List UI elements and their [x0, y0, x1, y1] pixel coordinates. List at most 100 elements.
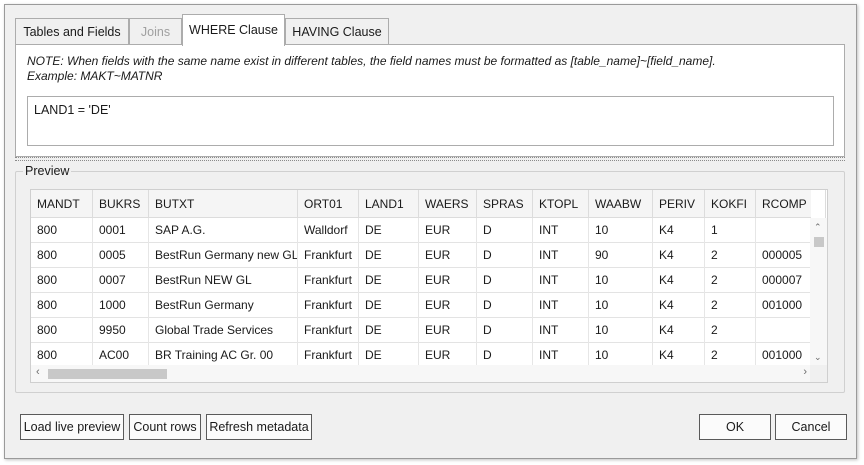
- column-header[interactable]: WAABW: [589, 190, 653, 218]
- table-cell[interactable]: 800: [31, 293, 93, 318]
- column-header[interactable]: LAND1: [359, 190, 419, 218]
- table-cell[interactable]: 800: [31, 318, 93, 343]
- table-cell[interactable]: DE: [359, 268, 419, 293]
- grid-header: MANDT BUKRS BUTXT ORT01 LAND1 WAERS SPRA…: [31, 190, 826, 218]
- table-row[interactable]: 800 0001 SAP A.G. Walldorf DE EUR D INT 10 K4 1: [31, 218, 826, 243]
- table-cell[interactable]: 90: [589, 243, 653, 268]
- table-cell[interactable]: DE: [359, 293, 419, 318]
- table-cell[interactable]: BestRun Germany: [149, 293, 298, 318]
- table-cell[interactable]: INT: [533, 243, 589, 268]
- count-rows-button[interactable]: Count rows: [129, 414, 201, 440]
- table-cell[interactable]: K4: [653, 268, 705, 293]
- table-cell[interactable]: EUR: [419, 218, 477, 243]
- column-header[interactable]: WAERS: [419, 190, 477, 218]
- table-cell[interactable]: D: [477, 293, 533, 318]
- column-header[interactable]: PERIV: [653, 190, 705, 218]
- table-cell[interactable]: 2: [705, 243, 756, 268]
- preview-grid[interactable]: MANDT BUKRS BUTXT ORT01 LAND1 WAERS SPRA…: [30, 189, 828, 383]
- table-cell[interactable]: 10: [589, 218, 653, 243]
- vertical-scrollbar[interactable]: ⌃ ⌄: [810, 218, 827, 366]
- table-row[interactable]: 800 1000 BestRun Germany Frankfurt DE EUR D INT…: [31, 293, 826, 318]
- query-dialog: Tables and Fields Joins WHERE Clause HAV…: [4, 4, 857, 459]
- table-cell[interactable]: 1000: [93, 293, 149, 318]
- table-cell[interactable]: 10: [589, 293, 653, 318]
- table-cell[interactable]: DE: [359, 318, 419, 343]
- scroll-thumb[interactable]: [814, 237, 824, 247]
- table-cell[interactable]: K4: [653, 318, 705, 343]
- table-cell[interactable]: BestRun Germany new GL: [149, 243, 298, 268]
- table-row[interactable]: 800 0007 BestRun NEW GL Frankfurt DE EUR D INT 1…: [31, 268, 826, 293]
- ok-button[interactable]: OK: [699, 414, 771, 440]
- table-cell[interactable]: 10: [589, 268, 653, 293]
- table-cell[interactable]: EUR: [419, 243, 477, 268]
- table-cell[interactable]: Frankfurt: [298, 318, 359, 343]
- table-cell[interactable]: 9950: [93, 318, 149, 343]
- tab-joins: Joins: [129, 18, 182, 45]
- table-cell[interactable]: 800: [31, 268, 93, 293]
- table-cell[interactable]: 2: [705, 293, 756, 318]
- scroll-thumb[interactable]: [48, 369, 167, 379]
- table-cell[interactable]: EUR: [419, 318, 477, 343]
- panel-splitter[interactable]: [15, 157, 845, 161]
- table-cell[interactable]: D: [477, 318, 533, 343]
- table-cell[interactable]: Frankfurt: [298, 243, 359, 268]
- chevron-left-icon[interactable]: ‹: [36, 366, 40, 378]
- column-header[interactable]: ORT01: [298, 190, 359, 218]
- table-cell[interactable]: 800: [31, 218, 93, 243]
- load-live-preview-button[interactable]: Load live preview: [20, 414, 124, 440]
- table-cell[interactable]: D: [477, 218, 533, 243]
- column-header[interactable]: SPRAS: [477, 190, 533, 218]
- cancel-button[interactable]: Cancel: [775, 414, 847, 440]
- chevron-down-icon[interactable]: ⌄: [814, 352, 822, 363]
- table-cell[interactable]: DE: [359, 218, 419, 243]
- table-cell[interactable]: 0007: [93, 268, 149, 293]
- table-cell[interactable]: 2: [705, 268, 756, 293]
- where-clause-panel: NOTE: When fields with the same name exi…: [15, 44, 845, 157]
- scroll-corner: [810, 365, 827, 382]
- note-example: Example: MAKT~MATNR: [27, 69, 163, 83]
- table-cell[interactable]: K4: [653, 243, 705, 268]
- table-cell[interactable]: K4: [653, 293, 705, 318]
- table-cell[interactable]: 800: [31, 243, 93, 268]
- table-cell[interactable]: INT: [533, 268, 589, 293]
- table-cell[interactable]: EUR: [419, 293, 477, 318]
- column-header[interactable]: RCOMP: [756, 190, 826, 218]
- chevron-right-icon[interactable]: ›: [803, 366, 807, 378]
- tab-tables-and-fields[interactable]: Tables and Fields: [15, 18, 129, 45]
- table-cell[interactable]: D: [477, 243, 533, 268]
- table-cell[interactable]: Walldorf: [298, 218, 359, 243]
- table-cell[interactable]: D: [477, 268, 533, 293]
- table-cell[interactable]: 0005: [93, 243, 149, 268]
- note-line: NOTE: When fields with the same name exi…: [27, 54, 716, 68]
- table-cell[interactable]: INT: [533, 218, 589, 243]
- tab-having-clause[interactable]: HAVING Clause: [285, 18, 389, 45]
- table-cell[interactable]: K4: [653, 218, 705, 243]
- tab-where-clause[interactable]: WHERE Clause: [182, 14, 285, 46]
- table-cell[interactable]: INT: [533, 293, 589, 318]
- table-row[interactable]: 800 9950 Global Trade Services Frankfurt DE E…: [31, 318, 826, 343]
- table-cell[interactable]: BestRun NEW GL: [149, 268, 298, 293]
- table-cell[interactable]: 10: [589, 318, 653, 343]
- table-cell[interactable]: Global Trade Services: [149, 318, 298, 343]
- column-header[interactable]: BUTXT: [149, 190, 298, 218]
- column-header[interactable]: MANDT: [31, 190, 93, 218]
- table-cell[interactable]: EUR: [419, 268, 477, 293]
- column-header[interactable]: KTOPL: [533, 190, 589, 218]
- table-cell[interactable]: Frankfurt: [298, 293, 359, 318]
- table-cell[interactable]: DE: [359, 243, 419, 268]
- table-row[interactable]: 800 0005 BestRun Germany new GL Frankfurt DE…: [31, 243, 826, 268]
- horizontal-scrollbar[interactable]: ‹ ›: [31, 365, 812, 382]
- table-cell[interactable]: INT: [533, 318, 589, 343]
- refresh-metadata-button[interactable]: Refresh metadata: [206, 414, 312, 440]
- column-header[interactable]: KOKFI: [705, 190, 756, 218]
- format-note: NOTE: When fields with the same name exi…: [27, 54, 716, 84]
- table-cell[interactable]: 1: [705, 218, 756, 243]
- table-cell[interactable]: Frankfurt: [298, 268, 359, 293]
- preview-title: Preview: [23, 164, 72, 178]
- column-header[interactable]: BUKRS: [93, 190, 149, 218]
- table-cell[interactable]: 0001: [93, 218, 149, 243]
- chevron-up-icon[interactable]: ⌃: [814, 222, 822, 233]
- table-cell[interactable]: SAP A.G.: [149, 218, 298, 243]
- table-cell[interactable]: 2: [705, 318, 756, 343]
- where-clause-input[interactable]: LAND1 = 'DE': [27, 96, 834, 146]
